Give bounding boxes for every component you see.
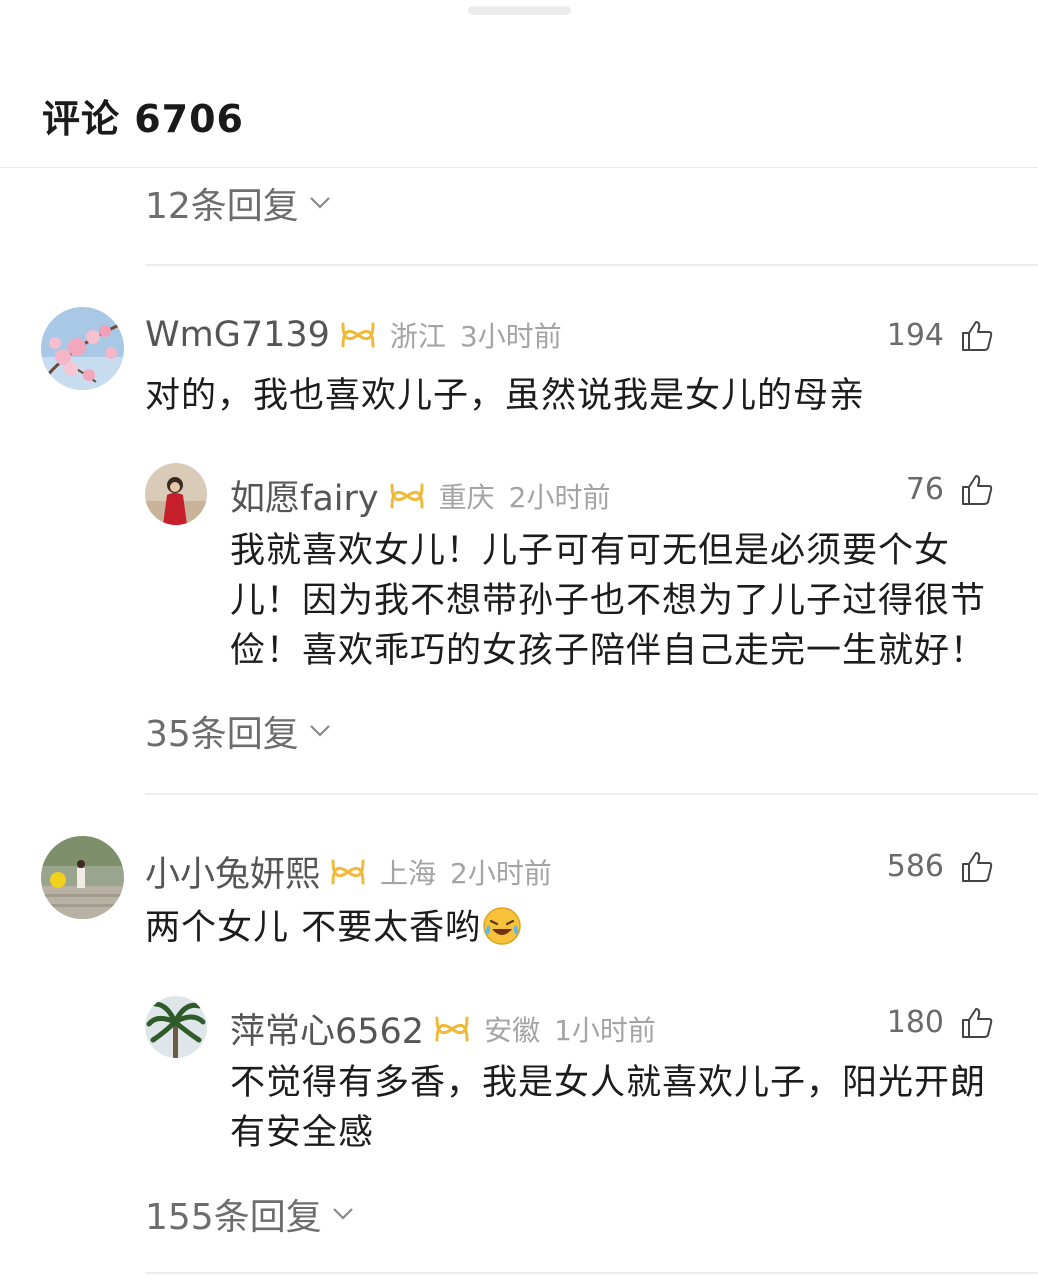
- avatar-portrait-image: [145, 463, 207, 525]
- avatar[interactable]: [145, 996, 207, 1058]
- avatar-blossom-image: [41, 307, 124, 390]
- username[interactable]: 小小兔妍熙: [145, 846, 320, 897]
- like-count: 194: [886, 318, 944, 353]
- expand-replies-button[interactable]: 35条回复: [145, 705, 331, 757]
- timestamp: 2小时前: [508, 480, 611, 514]
- reply-text-line: 有安全感: [230, 1113, 375, 1153]
- expand-replies-button[interactable]: 12条回复: [145, 177, 331, 229]
- reply-meta: 萍常心6562 安徽 1小时前: [230, 1003, 656, 1054]
- reply-meta: 如愿fairy 重庆 2小时前: [230, 470, 610, 521]
- reply-text-line: 不觉得有多香，我是女人就喜欢儿子，阳光开朗: [230, 1063, 987, 1103]
- comment-text-content: 两个女儿 不要太香哟: [145, 908, 482, 948]
- reply-text-line: 俭！喜欢乖巧的女孩子陪伴自己走完一生就好！: [230, 631, 987, 671]
- region-label: 上海: [380, 856, 437, 890]
- member-badge-icon: [331, 859, 365, 884]
- avatar-outdoor-image: [41, 836, 124, 919]
- timestamp: 3小时前: [459, 320, 562, 353]
- comments-title: 评论 6706: [42, 97, 244, 141]
- username[interactable]: 如愿fairy: [230, 470, 379, 521]
- member-badge-icon: [435, 1016, 469, 1041]
- chevron-down-icon: [310, 725, 330, 737]
- thread-divider: [145, 793, 1038, 795]
- reply-count-label: 155条回复: [145, 1197, 322, 1238]
- expand-replies-button[interactable]: 155条回复: [145, 1188, 354, 1240]
- comment-text: 对的，我也喜欢儿子，虽然说我是女儿的母亲: [145, 376, 866, 416]
- chevron-down-icon: [332, 1208, 353, 1220]
- thread-divider: [145, 1272, 1038, 1274]
- avatar[interactable]: [145, 463, 207, 525]
- like-control[interactable]: 180: [887, 1005, 994, 1040]
- like-control[interactable]: 194: [887, 318, 994, 353]
- reply-text-line: 我就喜欢女儿！儿子可有可无但是必须要个女: [230, 531, 951, 571]
- comment-meta: WmG7139 浙江 3小时前: [145, 315, 562, 355]
- thumbs-up-icon[interactable]: [960, 1006, 994, 1040]
- comments-header: 评论 6706: [0, 60, 1038, 168]
- thread-divider: [145, 264, 1038, 266]
- reply-count-label: 12条回复: [145, 186, 299, 227]
- username[interactable]: WmG7139: [145, 315, 330, 355]
- laughing-crying-emoji-icon: [483, 907, 521, 945]
- thumbs-up-icon[interactable]: [960, 850, 994, 884]
- comment-meta: 小小兔妍熙 上海 2小时前: [145, 846, 552, 897]
- username[interactable]: 萍常心6562: [230, 1003, 424, 1054]
- thumbs-up-icon[interactable]: [960, 473, 994, 507]
- like-control[interactable]: 586: [887, 849, 994, 884]
- avatar[interactable]: [41, 836, 124, 919]
- reply-text: 我就喜欢女儿！儿子可有可无但是必须要个女 儿！因为我不想带孙子也不想为了儿子过得…: [230, 526, 986, 676]
- region-label: 浙江: [389, 320, 446, 353]
- reply-count-label: 35条回复: [145, 714, 299, 755]
- reply-text: 不觉得有多香，我是女人就喜欢儿子，阳光开朗 有安全感: [230, 1058, 986, 1158]
- like-control[interactable]: 76: [906, 472, 994, 507]
- comment-text: 两个女儿 不要太香哟: [145, 903, 523, 953]
- like-count: 180: [886, 1005, 944, 1040]
- region-label: 安徽: [484, 1013, 541, 1047]
- timestamp: 2小时前: [450, 856, 552, 890]
- avatar-palm-image: [145, 996, 207, 1058]
- thumbs-up-icon[interactable]: [960, 319, 994, 353]
- like-count: 76: [905, 472, 944, 507]
- chevron-down-icon: [310, 197, 330, 209]
- timestamp: 1小时前: [554, 1013, 656, 1047]
- like-count: 586: [886, 849, 944, 884]
- region-label: 重庆: [438, 480, 495, 514]
- member-badge-icon: [341, 322, 375, 348]
- avatar[interactable]: [41, 307, 124, 390]
- reply-text-line: 儿！因为我不想带孙子也不想为了儿子过得很节: [230, 581, 987, 621]
- sheet-drag-handle[interactable]: [468, 6, 571, 15]
- member-badge-icon: [390, 483, 424, 508]
